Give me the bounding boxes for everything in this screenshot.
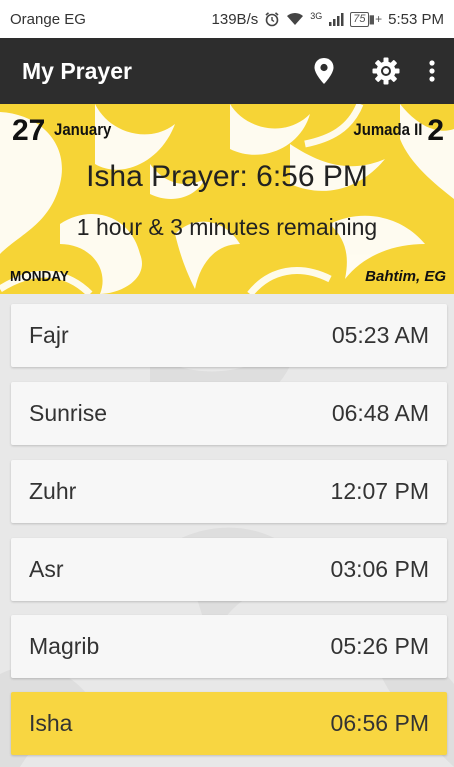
- prayer-row-sunrise[interactable]: Sunrise 06:48 AM: [11, 382, 447, 445]
- prayer-time: 03:06 PM: [330, 556, 429, 582]
- next-prayer-label: Isha Prayer: 6:56 PM: [86, 160, 368, 193]
- overflow-menu-icon[interactable]: [414, 47, 450, 95]
- hijri-month: Jumada II: [352, 120, 422, 139]
- prayer-time: 06:48 AM: [331, 400, 429, 426]
- prayer-row-asr[interactable]: Asr 03:06 PM: [11, 538, 447, 601]
- next-prayer-banner: 27 January Jumada II 2 Isha Prayer: 6:56…: [0, 104, 454, 294]
- alarm-icon: [265, 12, 279, 27]
- status-indicators: 139B/s 3G 75 ▮+ 5:53 PM: [212, 11, 444, 28]
- app-actions: [300, 47, 450, 95]
- prayer-list: Fajr 05:23 AM Sunrise 06:48 AM Zuhr 12:0…: [0, 294, 454, 767]
- app-title: My Prayer: [22, 57, 132, 84]
- app-bar: My Prayer: [0, 38, 454, 104]
- charging-icon: ▮+: [368, 12, 383, 26]
- gregorian-day: 27: [12, 114, 46, 147]
- prayer-name: Sunrise: [29, 400, 107, 426]
- wifi-icon: [287, 12, 304, 25]
- prayer-time: 05:23 AM: [331, 322, 429, 348]
- prayer-time: 12:07 PM: [330, 478, 429, 504]
- carrier-label: Orange EG: [10, 10, 86, 28]
- location-label: Bahtim, EG: [365, 268, 446, 285]
- gregorian-month: January: [54, 120, 112, 139]
- hijri-day: 2: [427, 114, 444, 147]
- prayer-name: Magrib: [29, 633, 100, 659]
- weekday-label: MONDAY: [10, 268, 69, 285]
- status-bar: Orange EG 139B/s 3G 75 ▮+ 5:53 PM: [0, 0, 454, 38]
- prayer-row-isha[interactable]: Isha 06:56 PM: [11, 692, 447, 755]
- time-remaining-label: 1 hour & 3 minutes remaining: [76, 214, 378, 240]
- prayer-name: Zuhr: [29, 478, 77, 504]
- prayer-row-magrib[interactable]: Magrib 05:26 PM: [11, 615, 447, 678]
- location-pin-icon[interactable]: [300, 47, 348, 95]
- prayer-time: 05:26 PM: [330, 633, 429, 659]
- settings-gear-icon[interactable]: [362, 47, 410, 95]
- prayer-row-zuhr[interactable]: Zuhr 12:07 PM: [11, 460, 447, 523]
- battery-icon: 75 ▮+: [350, 11, 383, 27]
- prayer-name: Asr: [29, 556, 64, 582]
- prayer-name: Isha: [29, 710, 73, 736]
- signal-icon: [329, 13, 344, 26]
- prayer-time: 06:56 PM: [330, 710, 429, 736]
- network-speed: 139B/s: [211, 10, 259, 28]
- battery-level: 75: [350, 11, 369, 27]
- network-type-label: 3G: [310, 10, 323, 21]
- clock: 5:53 PM: [388, 10, 444, 28]
- prayer-row-fajr[interactable]: Fajr 05:23 AM: [11, 304, 447, 367]
- prayer-name: Fajr: [29, 322, 69, 348]
